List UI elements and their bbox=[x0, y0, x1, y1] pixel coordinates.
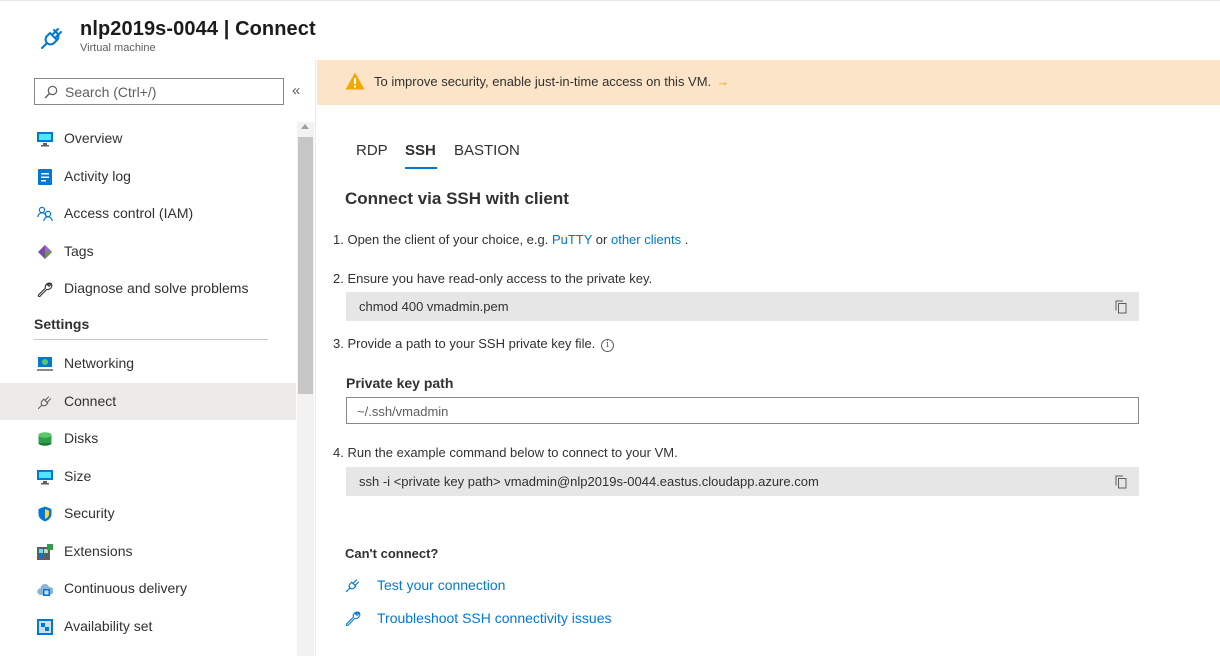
info-icon[interactable]: i bbox=[600, 339, 614, 352]
private-key-path-input[interactable] bbox=[357, 401, 1117, 421]
tab-ssh[interactable]: SSH bbox=[405, 142, 436, 159]
monitor-icon bbox=[37, 469, 53, 484]
search-box[interactable] bbox=[34, 78, 284, 105]
tab-bastion[interactable]: BASTION bbox=[454, 142, 520, 159]
cant-connect-heading: Can't connect? bbox=[345, 546, 439, 561]
section-heading: Connect via SSH with client bbox=[345, 189, 569, 208]
sidebar: « Overview Activity log bbox=[0, 60, 316, 656]
sidebar-item-label: Disks bbox=[64, 430, 99, 446]
link-text[interactable]: Test your connection bbox=[377, 577, 505, 593]
sidebar-item-security[interactable]: Security bbox=[0, 495, 296, 533]
people-icon bbox=[37, 206, 53, 222]
chmod-command-box: chmod 400 vmadmin.pem bbox=[346, 292, 1139, 321]
sidebar-item-activity-log[interactable]: Activity log bbox=[0, 158, 296, 196]
link-text[interactable]: Troubleshoot SSH connectivity issues bbox=[377, 610, 611, 626]
sidebar-item-label: Tags bbox=[64, 242, 94, 259]
command-text: ssh -i <private key path> vmadmin@nlp201… bbox=[359, 474, 819, 489]
sidebar-item-continuous-delivery[interactable]: Continuous delivery bbox=[0, 570, 296, 608]
activity-log-icon bbox=[38, 168, 52, 185]
plug-icon bbox=[41, 28, 62, 49]
wrench-icon bbox=[37, 282, 53, 297]
extensions-icon bbox=[37, 543, 53, 560]
sidebar-item-label: Activity log bbox=[64, 167, 131, 184]
search-icon bbox=[44, 85, 58, 99]
sidebar-nav: Overview Activity log Access control (IA… bbox=[0, 120, 296, 645]
warning-icon bbox=[345, 72, 365, 90]
step-3: 3. Provide a path to your SSH private ke… bbox=[333, 336, 614, 352]
tab-rdp[interactable]: RDP bbox=[356, 142, 388, 159]
banner-text: To improve security, enable just-in-time… bbox=[374, 74, 712, 89]
selected-tab-indicator bbox=[405, 167, 437, 169]
sidebar-item-size[interactable]: Size bbox=[0, 458, 296, 496]
page-subtitle: Virtual machine bbox=[80, 42, 156, 54]
monitor-icon bbox=[37, 132, 53, 147]
search-input[interactable] bbox=[65, 82, 275, 102]
sidebar-item-label: Connect bbox=[64, 392, 117, 409]
command-text: chmod 400 vmadmin.pem bbox=[359, 299, 509, 314]
page-title: nlp2019s-0044 | Connect bbox=[80, 18, 316, 40]
step-2: 2. Ensure you have read-only access to t… bbox=[333, 271, 653, 286]
other-clients-link[interactable]: other clients bbox=[611, 232, 681, 247]
sidebar-item-connect[interactable]: Connect bbox=[0, 382, 296, 420]
sidebar-item-label: Continuous delivery bbox=[64, 580, 187, 596]
sidebar-item-access-control[interactable]: Access control (IAM) bbox=[0, 195, 296, 233]
network-icon bbox=[37, 357, 53, 371]
sidebar-item-networking[interactable]: Networking bbox=[0, 345, 296, 383]
collapse-sidebar-button[interactable]: « bbox=[292, 82, 300, 99]
sidebar-item-label: Diagnose and solve problems bbox=[64, 280, 249, 296]
arrow-right-icon[interactable]: → bbox=[716, 74, 729, 89]
page-header: nlp2019s-0044 | Connect Virtual machine bbox=[0, 0, 1220, 60]
scroll-up-icon[interactable] bbox=[301, 124, 309, 129]
sidebar-item-label: Overview bbox=[64, 130, 123, 146]
section-title: Settings bbox=[34, 315, 90, 332]
sidebar-scrollbar[interactable] bbox=[297, 122, 314, 656]
putty-link[interactable]: PuTTY bbox=[552, 232, 592, 247]
troubleshoot-link[interactable]: Troubleshoot SSH connectivity issues bbox=[345, 608, 745, 628]
sidebar-item-extensions[interactable]: Extensions bbox=[0, 533, 296, 571]
sidebar-item-label: Networking bbox=[64, 355, 135, 371]
copy-icon[interactable] bbox=[1115, 300, 1127, 314]
sidebar-item-overview[interactable]: Overview bbox=[0, 120, 296, 158]
sidebar-item-label: Access control (IAM) bbox=[64, 205, 194, 221]
sidebar-item-availability-set[interactable]: Availability set bbox=[0, 608, 296, 646]
sidebar-item-label: Extensions bbox=[64, 542, 133, 559]
shield-icon bbox=[38, 506, 52, 522]
wrench-icon bbox=[345, 611, 361, 626]
copy-icon[interactable] bbox=[1115, 475, 1127, 489]
plug-icon bbox=[37, 395, 52, 409]
sidebar-item-diagnose[interactable]: Diagnose and solve problems bbox=[0, 270, 296, 308]
ssh-command-box: ssh -i <private key path> vmadmin@nlp201… bbox=[346, 467, 1139, 496]
sidebar-item-label: Size bbox=[64, 467, 92, 484]
section-divider bbox=[34, 338, 268, 340]
tag-icon bbox=[38, 244, 52, 259]
sidebar-item-label: Availability set bbox=[64, 617, 153, 634]
step-4: 4. Run the example command below to conn… bbox=[333, 445, 678, 460]
main-content: RDP SSH BASTION Connect via SSH with cli… bbox=[317, 105, 1220, 656]
disk-icon bbox=[38, 432, 52, 446]
cloud-delivery-icon bbox=[37, 584, 53, 596]
security-banner[interactable]: To improve security, enable just-in-time… bbox=[317, 60, 1220, 105]
scrollbar-thumb[interactable] bbox=[298, 137, 313, 394]
step-1: 1. Open the client of your choice, e.g. … bbox=[333, 232, 689, 247]
test-connection-link[interactable]: Test your connection bbox=[345, 575, 745, 595]
private-key-path-label: Private key path bbox=[346, 375, 454, 391]
private-key-path-field[interactable] bbox=[346, 397, 1139, 424]
plug-icon bbox=[345, 579, 360, 593]
sidebar-item-disks[interactable]: Disks bbox=[0, 420, 296, 458]
availability-set-icon bbox=[37, 618, 53, 635]
sidebar-item-tags[interactable]: Tags bbox=[0, 233, 296, 271]
settings-section-header: Settings bbox=[0, 308, 296, 346]
sidebar-item-label: Security bbox=[64, 505, 115, 521]
